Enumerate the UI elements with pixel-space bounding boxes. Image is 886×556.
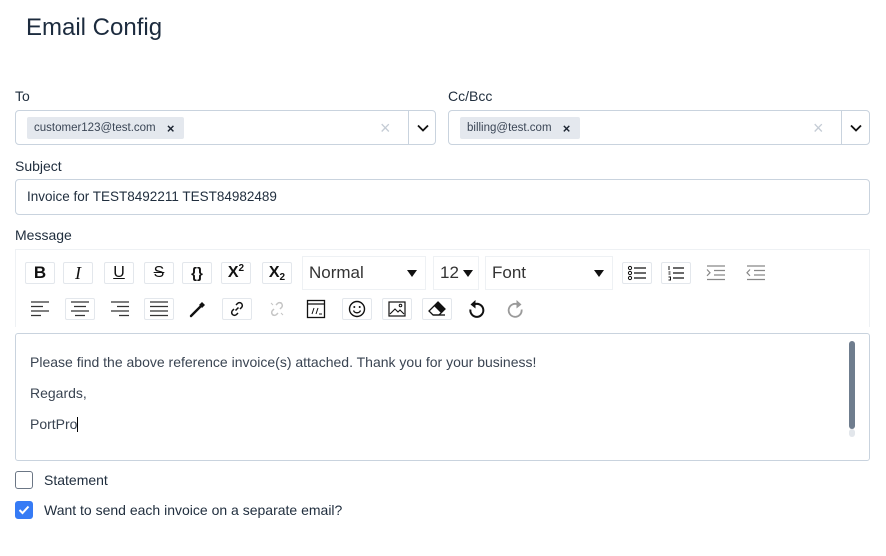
to-chip: customer123@test.com ×	[27, 117, 184, 139]
embed-icon	[306, 299, 326, 319]
superscript-base: X	[227, 264, 239, 281]
ordered-list-button[interactable]	[661, 262, 691, 284]
clear-icon[interactable]: ×	[380, 118, 391, 139]
undo-icon	[469, 300, 485, 318]
unlink-button[interactable]	[262, 298, 292, 320]
undo-button[interactable]	[462, 298, 492, 320]
align-left-icon	[31, 301, 49, 317]
subject-input[interactable]: Invoice for TEST8492211 TEST84982489	[15, 179, 870, 215]
chip-remove-icon[interactable]: ×	[562, 121, 572, 136]
clear-format-button[interactable]	[422, 298, 452, 320]
separate-email-option: Want to send each invoice on a separate …	[15, 501, 342, 519]
cc-label: Cc/Bcc	[448, 88, 493, 104]
message-line-text: PortPro	[30, 416, 78, 432]
eraser-icon	[428, 301, 446, 316]
to-chip-label: customer123@test.com	[34, 122, 156, 134]
outdent-icon	[746, 265, 765, 281]
message-editor[interactable]: Please find the above reference invoice(…	[15, 333, 870, 461]
bullet-list-icon	[627, 265, 646, 281]
strikethrough-button[interactable]: S	[144, 262, 174, 284]
image-button[interactable]	[382, 298, 412, 320]
to-select[interactable]: customer123@test.com × ×	[15, 110, 436, 145]
color-picker-button[interactable]	[183, 298, 213, 320]
to-dropdown-button[interactable]	[409, 111, 437, 144]
outdent-button[interactable]	[741, 262, 771, 284]
message-line: Regards,	[30, 385, 87, 401]
subject-label: Subject	[15, 158, 62, 174]
cc-select[interactable]: billing@test.com × ×	[448, 110, 870, 145]
message-label: Message	[15, 227, 72, 243]
code-button[interactable]: {}	[182, 262, 212, 284]
align-justify-icon	[150, 301, 168, 317]
align-justify-button[interactable]	[144, 298, 174, 320]
smiley-icon	[348, 300, 366, 318]
statement-option: Statement	[15, 471, 108, 489]
emoji-button[interactable]	[342, 298, 372, 320]
indent-icon	[706, 265, 725, 281]
font-family-value: Font	[492, 263, 527, 282]
font-family-select[interactable]: Font	[485, 256, 613, 290]
unlink-icon	[270, 301, 284, 317]
caret-down-icon	[463, 270, 473, 277]
redo-icon	[507, 300, 523, 318]
cc-dropdown-button[interactable]	[842, 111, 870, 144]
image-icon	[388, 301, 406, 317]
ordered-list-icon	[668, 266, 684, 281]
eyedropper-icon	[189, 302, 205, 318]
page-title: Email Config	[26, 14, 163, 41]
font-size-value: 12	[440, 263, 459, 282]
statement-checkbox[interactable]	[15, 471, 33, 489]
align-left-button[interactable]	[25, 298, 55, 320]
heading-select-value: Normal	[309, 263, 364, 282]
redo-button[interactable]	[500, 298, 530, 320]
bullet-list-button[interactable]	[622, 262, 652, 284]
underline-button[interactable]: U	[104, 262, 134, 284]
subscript-mark: 2	[279, 272, 286, 283]
font-size-select[interactable]: 12	[433, 256, 479, 290]
message-line: PortPro	[30, 416, 855, 433]
separate-email-label: Want to send each invoice on a separate …	[44, 502, 343, 518]
italic-button[interactable]: I	[63, 262, 93, 284]
scrollbar-thumb[interactable]	[849, 341, 855, 429]
check-icon	[18, 505, 30, 515]
cc-chip: billing@test.com ×	[460, 117, 580, 139]
subscript-button[interactable]: X2	[262, 262, 292, 284]
separate-email-checkbox[interactable]	[15, 501, 33, 519]
caret-down-icon	[407, 270, 417, 277]
superscript-button[interactable]: X2	[221, 262, 251, 284]
bold-button[interactable]: B	[25, 262, 55, 284]
subscript-base: X	[268, 264, 280, 281]
text-cursor	[77, 417, 79, 432]
indent-button[interactable]	[701, 262, 731, 284]
align-center-button[interactable]	[65, 298, 95, 320]
heading-select[interactable]: Normal	[302, 256, 426, 290]
embed-button[interactable]	[301, 298, 331, 320]
editor-toolbar: B I U S {} X2 X2 Normal 12 Font	[15, 249, 870, 327]
chevron-down-icon	[417, 124, 429, 132]
caret-down-icon	[594, 270, 604, 277]
to-label: To	[15, 88, 30, 104]
link-button[interactable]	[222, 298, 252, 320]
align-right-button[interactable]	[105, 298, 135, 320]
link-icon	[230, 301, 244, 317]
chip-remove-icon[interactable]: ×	[166, 121, 176, 136]
align-center-icon	[71, 301, 89, 317]
message-line: Please find the above reference invoice(…	[30, 354, 537, 370]
cc-chip-label: billing@test.com	[467, 122, 552, 134]
clear-icon[interactable]: ×	[813, 118, 824, 139]
scrollbar-track[interactable]	[849, 429, 855, 437]
superscript-mark: 2	[238, 263, 245, 274]
chevron-down-icon	[850, 124, 862, 132]
align-right-icon	[111, 301, 129, 317]
statement-label: Statement	[44, 472, 108, 488]
